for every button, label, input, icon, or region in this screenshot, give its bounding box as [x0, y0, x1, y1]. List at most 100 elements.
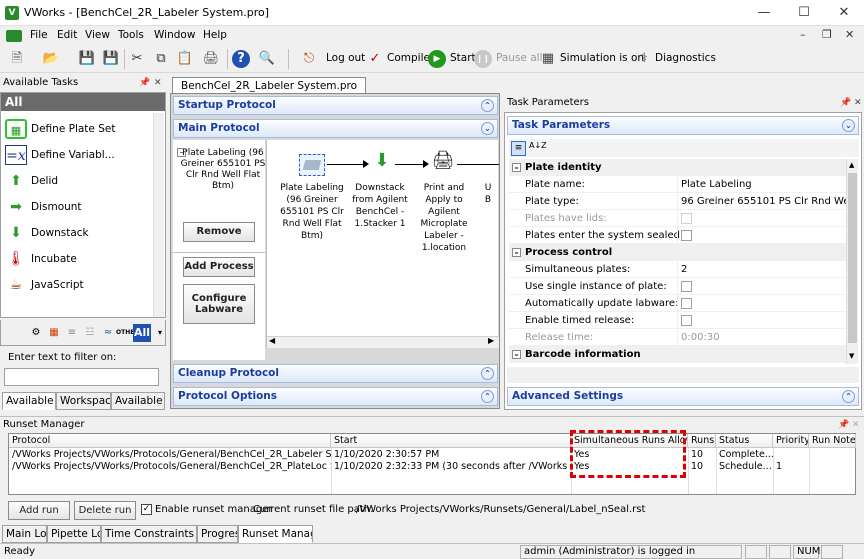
process-node-plate[interactable]: Plate Labeling (96 Greiner 655101 PS Clr… [279, 182, 345, 242]
plate-icon[interactable]: ▦ [45, 324, 63, 342]
stethoscope-icon[interactable]: ⚕ [633, 48, 655, 70]
document-tab[interactable]: BenchCel_2R_Labeler System.pro [172, 77, 367, 94]
simulation-icon[interactable]: ▦ [537, 48, 559, 70]
tab-runset-manager[interactable]: Runset Manager [238, 525, 313, 543]
property-value[interactable]: 96 Greiner 655101 PS Clr Rnd Well Flat B [681, 193, 847, 210]
property-value[interactable]: 0:00:30 [681, 329, 847, 346]
add-process-button[interactable]: Add Process [183, 257, 255, 277]
tab-available-tasks[interactable]: Available ... [2, 392, 56, 410]
menu-window[interactable]: Window [154, 29, 195, 41]
save-all-icon[interactable]: 💾 [100, 48, 122, 70]
table-row[interactable]: /VWorks Projects/VWorks/Protocols/Genera… [9, 461, 855, 473]
scroll-right-icon[interactable]: ▶ [488, 336, 494, 345]
mdi-minimize-button[interactable]: – [800, 28, 806, 41]
filter-input[interactable] [4, 368, 159, 386]
plate-tree-item[interactable]: – Plate Labeling (96 Greiner 655101 PS C… [177, 148, 267, 192]
property-grid-scrollbar[interactable]: ▲ ▼ [846, 159, 858, 364]
task-category-all[interactable]: All [1, 93, 165, 111]
logout-button[interactable]: Log out [326, 52, 365, 64]
scroll-left-icon[interactable]: ◀ [269, 336, 275, 345]
new-file-icon[interactable]: 🗎 [6, 48, 28, 70]
task-parameters-section[interactable]: Task Parameters ⌄ [507, 116, 859, 135]
startup-protocol-section[interactable]: Startup Protocol ⌃ [173, 96, 498, 115]
task-delid[interactable]: ⬆ Delid [3, 169, 163, 193]
help-icon[interactable]: ? [232, 50, 250, 68]
process-node-partial[interactable]: U B [479, 182, 497, 206]
property-value[interactable]: Plate Labeling [681, 176, 847, 193]
column-header-status[interactable]: Status [716, 434, 773, 448]
column-header-start[interactable]: Start [331, 434, 571, 448]
add-run-button[interactable]: Add run [8, 501, 70, 520]
close-icon[interactable]: ✕ [854, 95, 862, 111]
task-javascript[interactable]: ☕ JavaScript [3, 273, 163, 297]
task-downstack[interactable]: ⬇ Downstack [3, 221, 163, 245]
collapse-icon[interactable]: – [177, 148, 186, 157]
property-value[interactable]: 2 [681, 261, 847, 278]
start-button[interactable]: Start [450, 52, 476, 64]
save-icon[interactable]: 💾 [76, 48, 98, 70]
pipette-icon[interactable]: ☳ [81, 324, 99, 342]
property-row[interactable]: Plates enter the system sealed: [509, 227, 849, 244]
tab-available-devices[interactable]: Available ... [111, 392, 165, 410]
configure-labware-button[interactable]: Configure Labware [183, 284, 255, 324]
chevron-down-icon[interactable]: ⌄ [481, 122, 494, 135]
property-row[interactable]: Use single instance of plate: [509, 278, 849, 295]
close-icon[interactable]: ✕ [154, 75, 162, 91]
compile-icon[interactable]: ✓ [364, 48, 386, 70]
collapse-icon[interactable]: – [512, 248, 521, 257]
task-list-scrollbar[interactable] [153, 113, 164, 317]
canvas-horizontal-scrollbar[interactable]: ◀ ▶ [267, 336, 499, 348]
property-row[interactable]: Plate name: Plate Labeling [509, 176, 849, 193]
mdi-close-button[interactable]: ✕ [845, 28, 854, 41]
advanced-settings-section[interactable]: Advanced Settings ⌃ [507, 387, 859, 406]
column-header-protocol[interactable]: Protocol [9, 434, 331, 448]
category-all[interactable]: All [133, 324, 151, 342]
pin-icon[interactable]: 📌 [139, 75, 150, 91]
scroll-up-icon[interactable]: ▲ [849, 161, 854, 169]
remove-button[interactable]: Remove [183, 222, 255, 242]
copy-icon[interactable]: ⧉ [150, 48, 172, 70]
simulation-toggle[interactable]: Simulation is on [560, 52, 644, 64]
minimize-button[interactable]: — [744, 2, 784, 24]
open-folder-icon[interactable]: 📂 [40, 48, 62, 70]
property-checkbox[interactable] [681, 315, 692, 326]
process-node-downstack[interactable]: Downstack from Agilent BenchCel - 1.Stac… [347, 182, 413, 230]
close-icon[interactable]: ✕ [852, 417, 860, 433]
task-incubate[interactable]: 🌡 Incubate [3, 247, 163, 271]
cut-icon[interactable]: ✂ [126, 48, 148, 70]
diagnostics-button[interactable]: Diagnostics [655, 52, 716, 64]
mdi-restore-button[interactable]: ❐ [822, 28, 832, 41]
column-header-runs[interactable]: Runs [688, 434, 716, 448]
column-header-run-notes[interactable]: Run Notes [809, 434, 856, 448]
mdi-app-icon[interactable] [6, 30, 22, 42]
task-define-variables[interactable]: =x Define Variabl... [3, 143, 163, 167]
property-checkbox[interactable] [681, 281, 692, 292]
menu-tools[interactable]: Tools [118, 29, 144, 41]
chevron-up-icon[interactable]: ⌃ [481, 99, 494, 112]
property-row[interactable]: Plate type: 96 Greiner 655101 PS Clr Rnd … [509, 193, 849, 210]
property-row[interactable]: Automatically update labware: [509, 295, 849, 312]
cleanup-protocol-section[interactable]: Cleanup Protocol ⌃ [173, 364, 498, 383]
chevron-up-icon[interactable]: ⌃ [481, 367, 494, 380]
property-row[interactable]: Simultaneous plates: 2 [509, 261, 849, 278]
property-group[interactable]: – Plate identity [509, 159, 849, 176]
process-node-labeler[interactable]: Print and Apply to Agilent Microplate La… [411, 182, 477, 254]
sort-alpha-icon[interactable]: A↓Z [529, 141, 547, 150]
delete-run-button[interactable]: Delete run [74, 501, 136, 520]
property-group[interactable]: – Process control [509, 244, 849, 261]
menu-help[interactable]: Help [203, 29, 227, 41]
tab-pipette-log[interactable]: Pipette Log [47, 525, 101, 543]
scroll-down-icon[interactable]: ▼ [849, 352, 854, 360]
tab-time-constraints-log[interactable]: Time Constraints Log [101, 525, 197, 543]
property-checkbox[interactable] [681, 230, 692, 241]
column-header-priority[interactable]: Priority [773, 434, 809, 448]
pin-icon[interactable]: 📌 [838, 417, 849, 433]
property-row[interactable]: Release time: 0:00:30 [509, 329, 849, 346]
property-checkbox[interactable] [681, 213, 692, 224]
overflow-icon[interactable]: ▾ [151, 324, 169, 342]
maximize-button[interactable]: ☐ [784, 2, 824, 24]
logout-icon[interactable]: ⎋ [298, 48, 320, 70]
categorized-view-icon[interactable]: ≡ [511, 141, 526, 156]
chart-icon[interactable]: ≈ [99, 324, 117, 342]
enable-runset-checkbox[interactable]: ✓ [141, 504, 152, 515]
